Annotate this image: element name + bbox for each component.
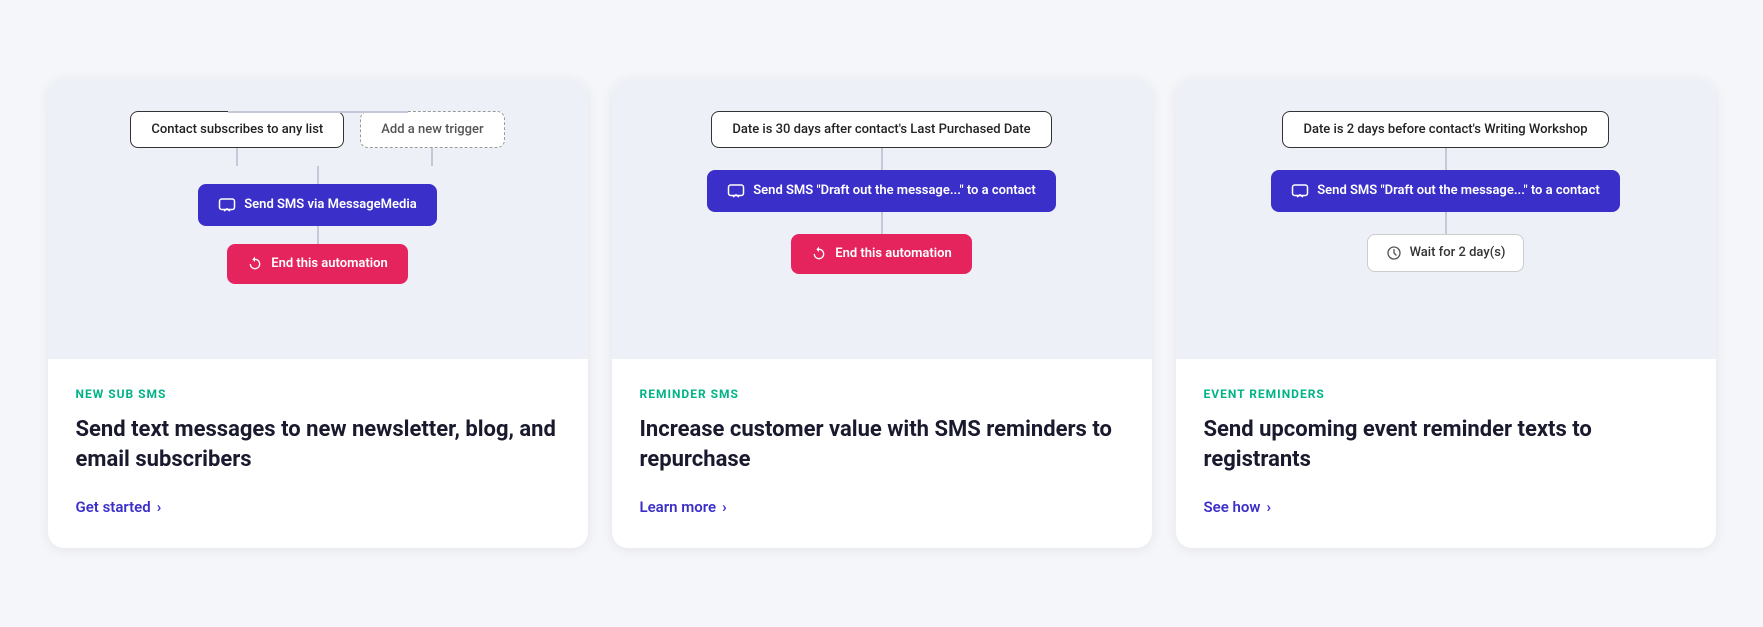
linear-diagram-3: Date is 2 days before contact's Writing …	[1200, 111, 1692, 272]
connector-2a	[881, 148, 883, 170]
card-reminder-sms: Date is 30 days after contact's Last Pur…	[612, 79, 1152, 548]
chevron-icon-3: ›	[1266, 498, 1271, 516]
card-diagram-1: Contact subscribes to any list Add a new…	[48, 79, 588, 359]
card-link-2[interactable]: Learn more ›	[640, 498, 1124, 516]
connector-3	[317, 226, 319, 244]
linear-diagram-2: Date is 30 days after contact's Last Pur…	[636, 111, 1128, 274]
fork-diagram: Contact subscribes to any list Add a new…	[72, 111, 564, 284]
card-title-3: Send upcoming event reminder texts to re…	[1204, 415, 1688, 474]
card-title-1: Send text messages to new newsletter, bl…	[76, 415, 560, 474]
trigger-box-dashed[interactable]: Add a new trigger	[360, 111, 504, 148]
chevron-icon-1: ›	[157, 498, 162, 516]
category-label-3: EVENT REMINDERS	[1204, 387, 1688, 401]
merge-line	[317, 166, 319, 184]
trigger-box-1: Contact subscribes to any list	[130, 111, 344, 148]
category-label-1: NEW SUB SMS	[76, 387, 560, 401]
trigger-box-3: Date is 2 days before contact's Writing …	[1282, 111, 1608, 148]
end-box-1: End this automation	[227, 244, 408, 284]
card-content-1: NEW SUB SMS Send text messages to new ne…	[48, 359, 588, 548]
action-purple-3: Send SMS "Draft out the message..." to a…	[1271, 170, 1619, 212]
connector-3b	[1445, 212, 1447, 234]
connector-3a	[1445, 148, 1447, 170]
fork-arm-left: Contact subscribes to any list	[130, 111, 344, 166]
card-event-reminders: Date is 2 days before contact's Writing …	[1176, 79, 1716, 548]
cards-container: Contact subscribes to any list Add a new…	[32, 79, 1732, 548]
refresh-icon-2	[811, 246, 827, 262]
sms-icon-2	[727, 182, 745, 200]
fork-arm-right: Add a new trigger	[360, 111, 504, 166]
card-link-3[interactable]: See how ›	[1204, 498, 1688, 516]
end-box-2: End this automation	[791, 234, 972, 274]
sms-icon-3	[1291, 182, 1309, 200]
connector-left	[236, 148, 238, 166]
card-title-2: Increase customer value with SMS reminde…	[640, 415, 1124, 474]
card-new-sub-sms: Contact subscribes to any list Add a new…	[48, 79, 588, 548]
category-label-2: REMINDER SMS	[640, 387, 1124, 401]
action-purple-1: Send SMS via MessageMedia	[198, 184, 436, 226]
card-diagram-3: Date is 2 days before contact's Writing …	[1176, 79, 1716, 359]
wait-box-3: Wait for 2 day(s)	[1367, 234, 1525, 272]
card-diagram-2: Date is 30 days after contact's Last Pur…	[612, 79, 1152, 359]
trigger-row: Contact subscribes to any list Add a new…	[72, 111, 564, 166]
card-link-1[interactable]: Get started ›	[76, 498, 560, 516]
trigger-box-2: Date is 30 days after contact's Last Pur…	[711, 111, 1051, 148]
connector-right	[431, 148, 433, 166]
action-purple-2: Send SMS "Draft out the message..." to a…	[707, 170, 1055, 212]
chevron-icon-2: ›	[722, 498, 727, 516]
card-content-3: EVENT REMINDERS Send upcoming event remi…	[1176, 359, 1716, 548]
clock-icon-3	[1386, 245, 1402, 261]
connector-2b	[881, 212, 883, 234]
sms-icon-1	[218, 196, 236, 214]
refresh-icon-1	[247, 256, 263, 272]
card-content-2: REMINDER SMS Increase customer value wit…	[612, 359, 1152, 548]
